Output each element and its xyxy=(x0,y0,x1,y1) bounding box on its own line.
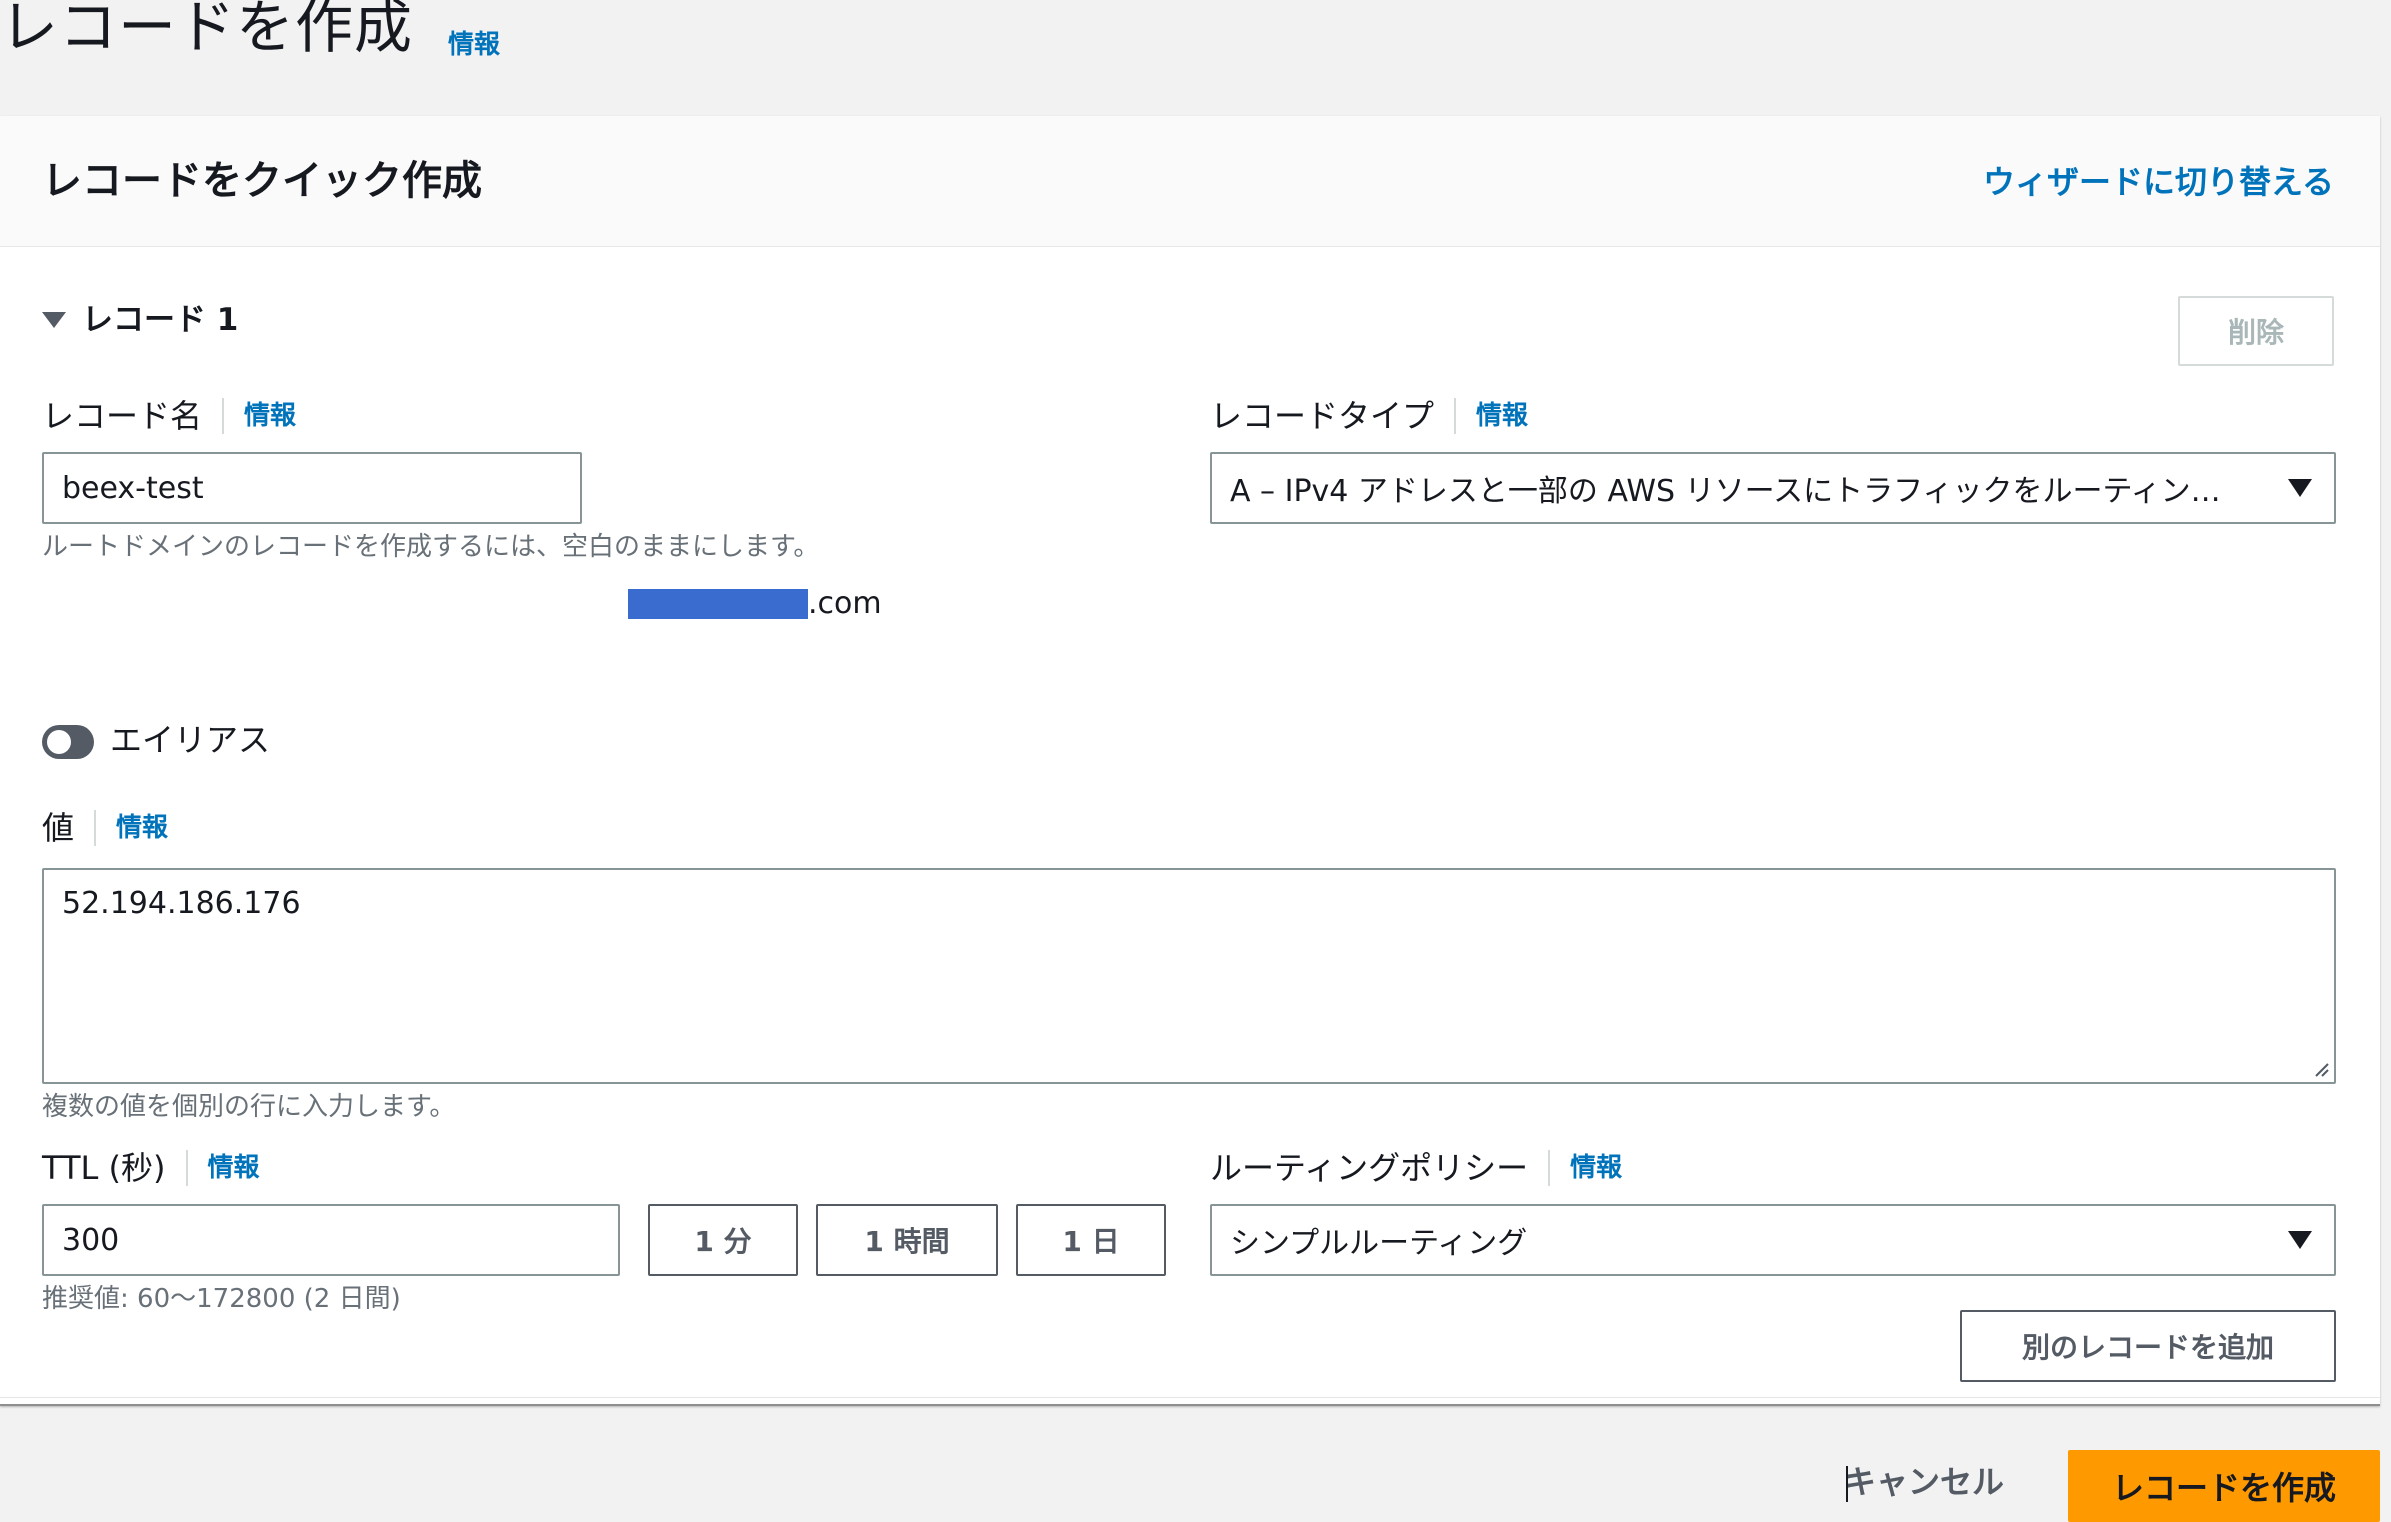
divider xyxy=(222,398,225,434)
record-section-label: レコード 1 xyxy=(82,302,239,338)
ttl-1-minute-button[interactable]: 1 分 xyxy=(648,1204,798,1276)
value-hint: 複数の値を個別の行に入力します。 xyxy=(42,1092,456,1122)
ttl-hint: 推奨値: 60～172800 (2 日間) xyxy=(42,1284,401,1314)
delete-button[interactable]: 削除 xyxy=(2178,296,2334,366)
alias-label: エイリアス xyxy=(110,721,271,759)
record-name-hint: ルートドメインのレコードを作成するには、空白のままにします。 xyxy=(42,532,820,562)
panel-title: レコードをクイック作成 xyxy=(42,158,482,204)
record-name-label: レコード名 xyxy=(42,397,203,435)
value-text: 52.194.186.176 xyxy=(62,886,301,921)
routing-policy-label-row: ルーティングポリシー 情報 xyxy=(1210,1148,1622,1188)
routing-policy-label: ルーティングポリシー xyxy=(1210,1149,1529,1187)
text-cursor xyxy=(1846,1466,1848,1502)
divider xyxy=(94,810,97,846)
caret-down-icon xyxy=(2288,1231,2312,1249)
record-name-info-link[interactable]: 情報 xyxy=(244,396,296,436)
routing-policy-select[interactable]: シンプルルーティング xyxy=(1210,1204,2336,1276)
routing-policy-info-link[interactable]: 情報 xyxy=(1570,1148,1622,1188)
divider xyxy=(185,1150,188,1186)
ttl-input[interactable]: 300 xyxy=(42,1204,620,1276)
value-info-link[interactable]: 情報 xyxy=(116,808,168,848)
alias-toggle[interactable] xyxy=(42,725,94,759)
ttl-1-day-button[interactable]: 1 日 xyxy=(1016,1204,1166,1276)
caret-down-icon xyxy=(42,312,66,328)
toggle-knob xyxy=(47,730,71,754)
switch-to-wizard-link[interactable]: ウィザードに切り替える xyxy=(1983,162,2334,202)
add-another-record-button[interactable]: 別のレコードを追加 xyxy=(1960,1310,2336,1382)
quick-create-panel: レコードをクイック作成 ウィザードに切り替える レコード 1 削除 レコード名 … xyxy=(0,116,2380,1406)
value-label-row: 値 情報 xyxy=(42,808,168,848)
record-type-select[interactable]: A – IPv4 アドレスと一部の AWS リソースにトラフィックをルーティン… xyxy=(1210,452,2336,524)
page-info-link[interactable]: 情報 xyxy=(448,24,500,61)
record-type-label: レコードタイプ xyxy=(1210,397,1435,435)
ttl-1-hour-button[interactable]: 1 時間 xyxy=(816,1204,998,1276)
value-label: 値 xyxy=(42,809,75,847)
record-name-label-row: レコード名 情報 xyxy=(42,396,296,436)
value-textarea[interactable]: 52.194.186.176 xyxy=(42,868,2336,1084)
record-type-selected: A – IPv4 アドレスと一部の AWS リソースにトラフィックをルーティン… xyxy=(1230,474,2221,509)
page-title: レコードを作成 xyxy=(0,0,414,61)
resize-handle-icon[interactable] xyxy=(2312,1060,2330,1078)
divider xyxy=(1454,398,1457,434)
caret-down-icon xyxy=(2288,479,2312,497)
redacted-domain xyxy=(628,589,808,619)
record-section-toggle[interactable]: レコード 1 xyxy=(42,300,238,340)
record-type-info-link[interactable]: 情報 xyxy=(1476,396,1528,436)
ttl-label-row: TTL (秒) 情報 xyxy=(42,1148,260,1188)
create-record-button[interactable]: レコードを作成 xyxy=(2068,1450,2380,1522)
panel-footer-divider xyxy=(0,1397,2380,1398)
cancel-button[interactable]: キャンセル xyxy=(1844,1460,2004,1504)
panel-header: レコードをクイック作成 ウィザードに切り替える xyxy=(0,116,2380,247)
ttl-label: TTL (秒) xyxy=(42,1149,166,1187)
routing-policy-selected: シンプルルーティング xyxy=(1230,1226,1528,1261)
divider xyxy=(1548,1150,1551,1186)
record-name-input[interactable]: beex-test xyxy=(42,452,582,524)
domain-suffix: .com xyxy=(808,586,882,621)
ttl-info-link[interactable]: 情報 xyxy=(208,1148,260,1188)
record-type-label-row: レコードタイプ 情報 xyxy=(1210,396,1528,436)
